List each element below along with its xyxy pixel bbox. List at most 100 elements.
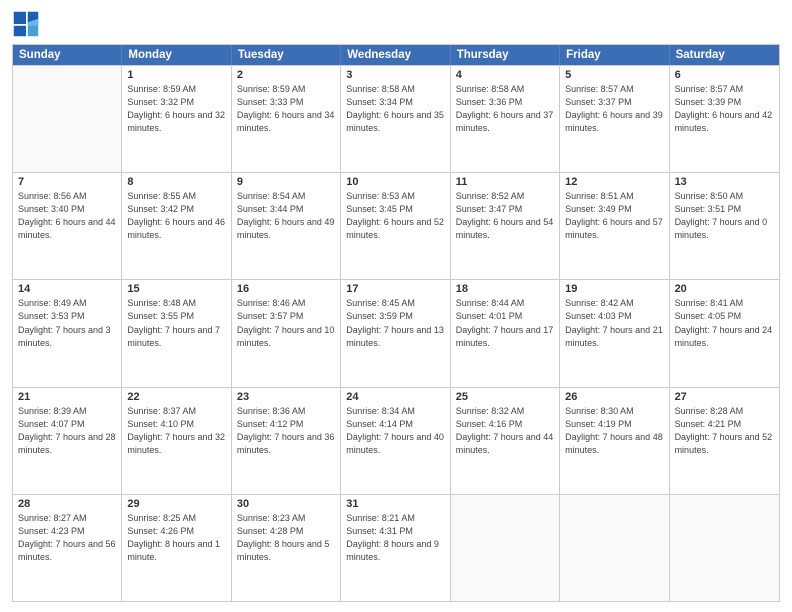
day-number: 18 [456,283,554,295]
weekday-header: Tuesday [232,45,341,65]
day-number: 16 [237,283,335,295]
day-info: Sunrise: 8:25 AM Sunset: 4:26 PM Dayligh… [127,512,225,564]
day-info: Sunrise: 8:44 AM Sunset: 4:01 PM Dayligh… [456,297,554,349]
day-info: Sunrise: 8:54 AM Sunset: 3:44 PM Dayligh… [237,190,335,242]
calendar-cell: 20 Sunrise: 8:41 AM Sunset: 4:05 PM Dayli… [670,280,779,386]
calendar-cell: 26 Sunrise: 8:30 AM Sunset: 4:19 PM Dayli… [560,388,669,494]
day-number: 2 [237,69,335,81]
calendar-cell: 4 Sunrise: 8:58 AM Sunset: 3:36 PM Daylig… [451,66,560,172]
day-info: Sunrise: 8:58 AM Sunset: 3:34 PM Dayligh… [346,83,444,135]
day-number: 7 [18,176,116,188]
calendar-cell: 21Sunrise: 8:39 AM Sunset: 4:07 PM Dayli… [13,388,122,494]
day-info: Sunrise: 8:45 AM Sunset: 3:59 PM Dayligh… [346,297,444,349]
calendar-cell: 30Sunrise: 8:23 AM Sunset: 4:28 PM Dayli… [232,495,341,601]
day-info: Sunrise: 8:58 AM Sunset: 3:36 PM Dayligh… [456,83,554,135]
day-info: Sunrise: 8:42 AM Sunset: 4:03 PM Dayligh… [565,297,663,349]
day-number: 22 [127,391,225,403]
calendar-cell: 27 Sunrise: 8:28 AM Sunset: 4:21 PM Dayli… [670,388,779,494]
day-number: 14 [18,283,116,295]
day-number: 10 [346,176,444,188]
calendar-cell: 11 Sunrise: 8:52 AM Sunset: 3:47 PM Dayli… [451,173,560,279]
calendar-row: 21Sunrise: 8:39 AM Sunset: 4:07 PM Dayli… [13,387,779,494]
calendar-header: SundayMondayTuesdayWednesdayThursdayFrid… [13,45,779,65]
day-info: Sunrise: 8:23 AM Sunset: 4:28 PM Dayligh… [237,512,335,564]
logo [12,10,44,38]
calendar-body: 1 Sunrise: 8:59 AM Sunset: 3:32 PM Daylig… [13,65,779,601]
calendar-cell: 2 Sunrise: 8:59 AM Sunset: 3:33 PM Daylig… [232,66,341,172]
day-info: Sunrise: 8:57 AM Sunset: 3:37 PM Dayligh… [565,83,663,135]
day-info: Sunrise: 8:32 AM Sunset: 4:16 PM Dayligh… [456,405,554,457]
calendar-cell [13,66,122,172]
day-info: Sunrise: 8:37 AM Sunset: 4:10 PM Dayligh… [127,405,225,457]
calendar-cell: 18 Sunrise: 8:44 AM Sunset: 4:01 PM Dayli… [451,280,560,386]
day-number: 11 [456,176,554,188]
day-info: Sunrise: 8:34 AM Sunset: 4:14 PM Dayligh… [346,405,444,457]
day-number: 25 [456,391,554,403]
calendar-cell: 29Sunrise: 8:25 AM Sunset: 4:26 PM Dayli… [122,495,231,601]
calendar-cell: 22 Sunrise: 8:37 AM Sunset: 4:10 PM Dayli… [122,388,231,494]
calendar-row: 1 Sunrise: 8:59 AM Sunset: 3:32 PM Daylig… [13,65,779,172]
day-info: Sunrise: 8:52 AM Sunset: 3:47 PM Dayligh… [456,190,554,242]
day-info: Sunrise: 8:56 AM Sunset: 3:40 PM Dayligh… [18,190,116,242]
day-number: 5 [565,69,663,81]
calendar-cell: 9Sunrise: 8:54 AM Sunset: 3:44 PM Daylig… [232,173,341,279]
calendar-cell [560,495,669,601]
day-number: 8 [127,176,225,188]
day-info: Sunrise: 8:27 AM Sunset: 4:23 PM Dayligh… [18,512,116,564]
weekday-header: Thursday [451,45,560,65]
calendar-cell: 17 Sunrise: 8:45 AM Sunset: 3:59 PM Dayli… [341,280,450,386]
day-number: 12 [565,176,663,188]
day-number: 31 [346,498,444,510]
day-info: Sunrise: 8:49 AM Sunset: 3:53 PM Dayligh… [18,297,116,349]
day-number: 1 [127,69,225,81]
calendar-row: 14 Sunrise: 8:49 AM Sunset: 3:53 PM Dayli… [13,279,779,386]
day-number: 17 [346,283,444,295]
calendar-cell: 7 Sunrise: 8:56 AM Sunset: 3:40 PM Daylig… [13,173,122,279]
day-info: Sunrise: 8:51 AM Sunset: 3:49 PM Dayligh… [565,190,663,242]
calendar-cell: 13 Sunrise: 8:50 AM Sunset: 3:51 PM Dayli… [670,173,779,279]
day-info: Sunrise: 8:59 AM Sunset: 3:32 PM Dayligh… [127,83,225,135]
calendar-cell: 5 Sunrise: 8:57 AM Sunset: 3:37 PM Daylig… [560,66,669,172]
day-number: 20 [675,283,774,295]
weekday-header: Friday [560,45,669,65]
day-info: Sunrise: 8:41 AM Sunset: 4:05 PM Dayligh… [675,297,774,349]
day-info: Sunrise: 8:57 AM Sunset: 3:39 PM Dayligh… [675,83,774,135]
calendar-row: 7 Sunrise: 8:56 AM Sunset: 3:40 PM Daylig… [13,172,779,279]
calendar-cell: 6 Sunrise: 8:57 AM Sunset: 3:39 PM Daylig… [670,66,779,172]
day-info: Sunrise: 8:50 AM Sunset: 3:51 PM Dayligh… [675,190,774,242]
calendar-cell: 19 Sunrise: 8:42 AM Sunset: 4:03 PM Dayli… [560,280,669,386]
calendar-cell: 16 Sunrise: 8:46 AM Sunset: 3:57 PM Dayli… [232,280,341,386]
day-number: 6 [675,69,774,81]
weekday-header: Saturday [670,45,779,65]
weekday-header: Wednesday [341,45,450,65]
calendar-cell: 1 Sunrise: 8:59 AM Sunset: 3:32 PM Daylig… [122,66,231,172]
day-number: 4 [456,69,554,81]
day-number: 24 [346,391,444,403]
day-number: 15 [127,283,225,295]
calendar-cell: 15Sunrise: 8:48 AM Sunset: 3:55 PM Dayli… [122,280,231,386]
day-number: 13 [675,176,774,188]
day-info: Sunrise: 8:28 AM Sunset: 4:21 PM Dayligh… [675,405,774,457]
day-number: 26 [565,391,663,403]
weekday-header: Sunday [13,45,122,65]
day-info: Sunrise: 8:36 AM Sunset: 4:12 PM Dayligh… [237,405,335,457]
calendar-cell: 12 Sunrise: 8:51 AM Sunset: 3:49 PM Dayli… [560,173,669,279]
day-number: 19 [565,283,663,295]
day-number: 27 [675,391,774,403]
day-info: Sunrise: 8:46 AM Sunset: 3:57 PM Dayligh… [237,297,335,349]
calendar-cell: 24 Sunrise: 8:34 AM Sunset: 4:14 PM Dayli… [341,388,450,494]
weekday-header: Monday [122,45,231,65]
calendar-cell: 10 Sunrise: 8:53 AM Sunset: 3:45 PM Dayli… [341,173,450,279]
day-info: Sunrise: 8:59 AM Sunset: 3:33 PM Dayligh… [237,83,335,135]
calendar-cell: 8Sunrise: 8:55 AM Sunset: 3:42 PM Daylig… [122,173,231,279]
calendar-row: 28Sunrise: 8:27 AM Sunset: 4:23 PM Dayli… [13,494,779,601]
day-info: Sunrise: 8:39 AM Sunset: 4:07 PM Dayligh… [18,405,116,457]
calendar-cell: 28Sunrise: 8:27 AM Sunset: 4:23 PM Dayli… [13,495,122,601]
day-info: Sunrise: 8:53 AM Sunset: 3:45 PM Dayligh… [346,190,444,242]
day-info: Sunrise: 8:21 AM Sunset: 4:31 PM Dayligh… [346,512,444,564]
day-number: 23 [237,391,335,403]
calendar-cell: 23 Sunrise: 8:36 AM Sunset: 4:12 PM Dayli… [232,388,341,494]
calendar-cell: 25 Sunrise: 8:32 AM Sunset: 4:16 PM Dayli… [451,388,560,494]
day-info: Sunrise: 8:30 AM Sunset: 4:19 PM Dayligh… [565,405,663,457]
calendar-cell: 3Sunrise: 8:58 AM Sunset: 3:34 PM Daylig… [341,66,450,172]
